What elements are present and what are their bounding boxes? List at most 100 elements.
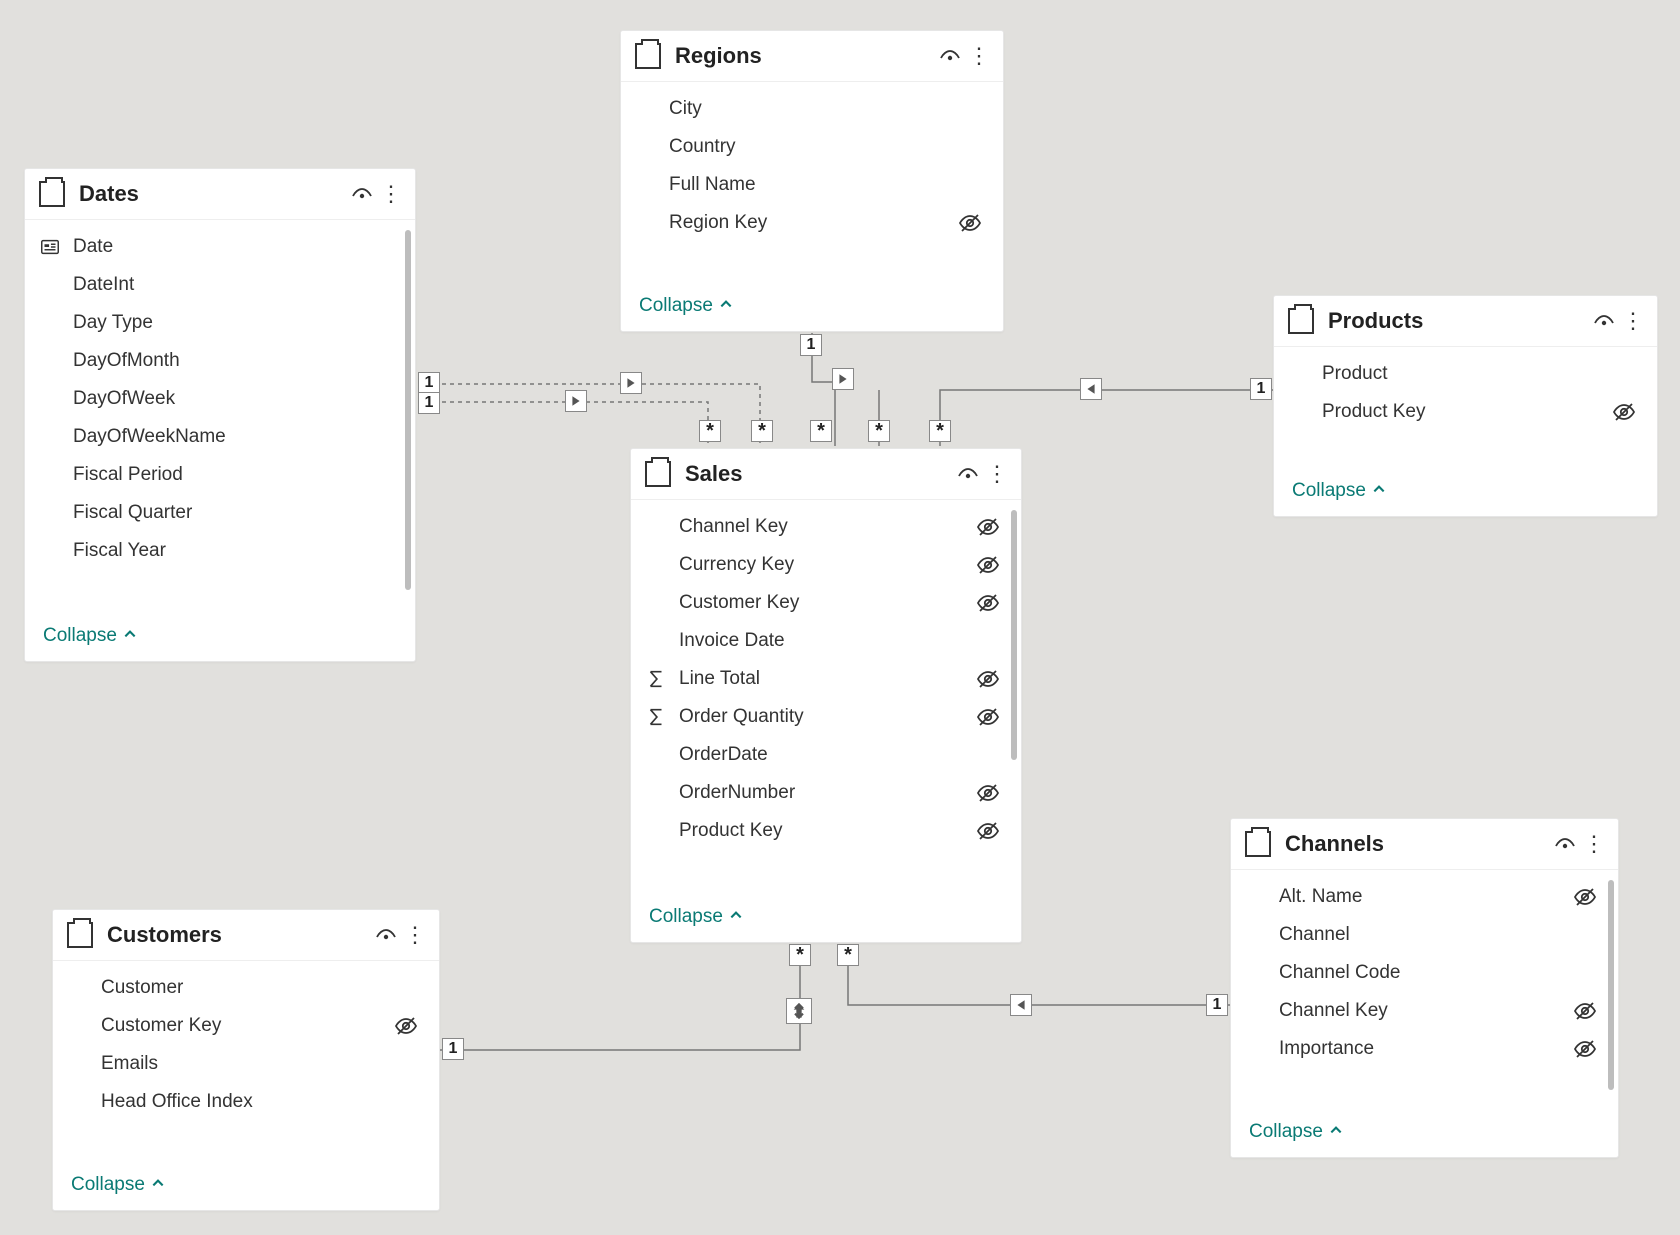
scrollbar[interactable] [405, 230, 411, 590]
hidden-icon [1572, 998, 1598, 1024]
field-row[interactable]: Invoice Date [631, 622, 1021, 660]
hidden-icon [975, 552, 1001, 578]
field-row[interactable]: Channel Code [1231, 954, 1618, 992]
field-list-container: Product Product Key [1274, 347, 1657, 470]
field-row[interactable]: Product Key [1274, 393, 1657, 431]
field-list-container: City Country Full Name Region Key [621, 82, 1003, 285]
filter-arrow-icon [620, 372, 642, 394]
field-row[interactable]: OrderNumber [631, 774, 1021, 812]
field-row[interactable]: Head Office Index [53, 1083, 439, 1121]
table-header[interactable]: Products ⋮ [1274, 296, 1657, 347]
filter-arrow-icon [832, 368, 854, 390]
field-row[interactable]: Region Key [621, 204, 1003, 242]
field-row[interactable]: Customer [53, 969, 439, 1007]
filter-arrow-icon [1010, 994, 1032, 1016]
field-row[interactable]: Customer Key [53, 1007, 439, 1045]
hidden-icon [975, 590, 1001, 616]
cardinality-one: 1 [1206, 994, 1228, 1016]
field-row[interactable]: Order Quantity [631, 698, 1021, 736]
more-options-icon[interactable]: ⋮ [381, 181, 401, 207]
table-icon [645, 461, 671, 487]
field-row[interactable]: Fiscal Period [25, 456, 415, 494]
hidden-icon [975, 666, 1001, 692]
cardinality-many: * [929, 420, 951, 442]
table-header[interactable]: Regions ⋮ [621, 31, 1003, 82]
table-dates[interactable]: Dates ⋮ Date DateInt Day Type DayOfMonth… [24, 168, 416, 662]
table-customers[interactable]: Customers ⋮ Customer Customer Key Emails… [52, 909, 440, 1211]
collapse-button[interactable]: Collapse [1249, 1121, 1343, 1143]
collapse-button[interactable]: Collapse [1292, 480, 1386, 502]
field-row[interactable]: Currency Key [631, 546, 1021, 584]
field-row[interactable]: Fiscal Quarter [25, 494, 415, 532]
hidden-icon [975, 514, 1001, 540]
field-row[interactable]: Product Key [631, 812, 1021, 850]
table-sales[interactable]: Sales ⋮ Channel Key Currency Key Custome… [630, 448, 1022, 943]
visibility-icon[interactable] [955, 461, 981, 487]
cardinality-many: * [699, 420, 721, 442]
field-row[interactable]: Date [25, 228, 415, 266]
visibility-icon[interactable] [349, 181, 375, 207]
field-row[interactable]: Product [1274, 355, 1657, 393]
table-header[interactable]: Channels ⋮ [1231, 819, 1618, 870]
field-row[interactable]: Country [621, 128, 1003, 166]
table-header[interactable]: Customers ⋮ [53, 910, 439, 961]
field-row[interactable]: DayOfWeek [25, 380, 415, 418]
table-title: Regions [675, 43, 937, 69]
visibility-icon[interactable] [937, 43, 963, 69]
field-list-container: Alt. Name Channel Channel Code Channel K… [1231, 870, 1618, 1111]
table-regions[interactable]: Regions ⋮ City Country Full Name Region … [620, 30, 1004, 332]
field-list: Date DateInt Day Type DayOfMonth DayOfWe… [25, 228, 415, 570]
cardinality-many: * [751, 420, 773, 442]
sigma-icon [645, 668, 679, 690]
field-row[interactable]: City [621, 90, 1003, 128]
more-options-icon[interactable]: ⋮ [1623, 308, 1643, 334]
field-row[interactable]: DayOfWeekName [25, 418, 415, 456]
visibility-icon[interactable] [1552, 831, 1578, 857]
sigma-icon [645, 706, 679, 728]
table-products[interactable]: Products ⋮ Product Product Key Collapse [1273, 295, 1658, 517]
more-options-icon[interactable]: ⋮ [969, 43, 989, 69]
table-icon [1288, 308, 1314, 334]
chevron-up-icon [123, 625, 137, 647]
visibility-icon[interactable] [373, 922, 399, 948]
more-options-icon[interactable]: ⋮ [1584, 831, 1604, 857]
more-options-icon[interactable]: ⋮ [405, 922, 425, 948]
field-row[interactable]: OrderDate [631, 736, 1021, 774]
field-row[interactable]: Importance [1231, 1030, 1618, 1068]
more-options-icon[interactable]: ⋮ [987, 461, 1007, 487]
filter-arrow-icon [1080, 378, 1102, 400]
chevron-up-icon [1329, 1121, 1343, 1143]
cardinality-one: 1 [800, 334, 822, 356]
collapse-button[interactable]: Collapse [649, 906, 743, 928]
table-channels[interactable]: Channels ⋮ Alt. Name Channel Channel Cod… [1230, 818, 1619, 1158]
field-row[interactable]: Alt. Name [1231, 878, 1618, 916]
table-icon [635, 43, 661, 69]
hidden-icon [975, 780, 1001, 806]
field-row[interactable]: Line Total [631, 660, 1021, 698]
field-row[interactable]: Fiscal Year [25, 532, 415, 570]
field-row[interactable]: Channel Key [1231, 992, 1618, 1030]
table-icon [1245, 831, 1271, 857]
field-row[interactable]: DateInt [25, 266, 415, 304]
field-list-container: Date DateInt Day Type DayOfMonth DayOfWe… [25, 220, 415, 615]
field-row[interactable]: Day Type [25, 304, 415, 342]
collapse-button[interactable]: Collapse [43, 625, 137, 647]
field-row[interactable]: Customer Key [631, 584, 1021, 622]
field-row[interactable]: Channel [1231, 916, 1618, 954]
field-row[interactable]: Emails [53, 1045, 439, 1083]
collapse-button[interactable]: Collapse [71, 1174, 165, 1196]
collapse-button[interactable]: Collapse [639, 295, 733, 317]
model-canvas[interactable]: 1 1 1 1 * * * * * * * 1 1 Regions ⋮ City… [0, 0, 1680, 1235]
field-row[interactable]: Channel Key [631, 508, 1021, 546]
scrollbar[interactable] [1608, 880, 1614, 1090]
cardinality-many: * [837, 944, 859, 966]
filter-both-icon [786, 998, 812, 1024]
visibility-icon[interactable] [1591, 308, 1617, 334]
hidden-icon [957, 210, 983, 236]
field-row[interactable]: Full Name [621, 166, 1003, 204]
table-header[interactable]: Sales ⋮ [631, 449, 1021, 500]
field-row[interactable]: DayOfMonth [25, 342, 415, 380]
table-header[interactable]: Dates ⋮ [25, 169, 415, 220]
hidden-icon [393, 1013, 419, 1039]
scrollbar[interactable] [1011, 510, 1017, 760]
